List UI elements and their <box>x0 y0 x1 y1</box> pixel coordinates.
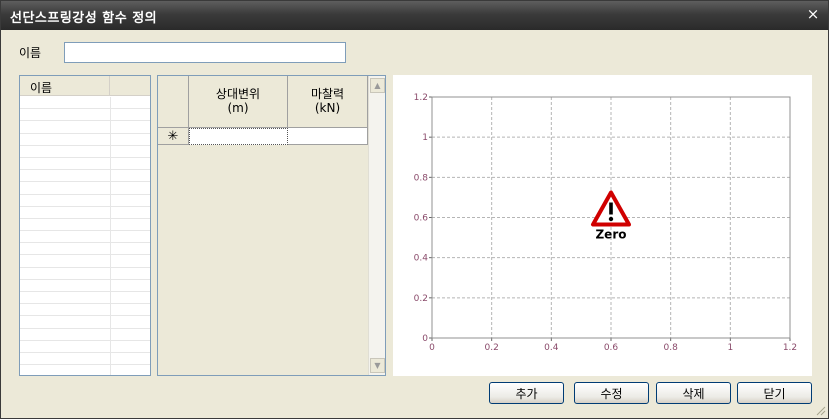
list-item[interactable] <box>20 145 150 158</box>
x-tick-label: 0.6 <box>604 343 619 353</box>
new-row-marker: ✳ <box>158 128 189 145</box>
list-item[interactable] <box>20 279 150 292</box>
chart-svg: 0 0.2 0.4 0.6 0.8 1 1.2 0 0.2 0.4 0.6 0.8 1 1.2 Zero <box>414 93 797 353</box>
y-tick-label: 0.6 <box>414 214 429 224</box>
column-header-displacement-label: 상대변위 <box>215 87 261 101</box>
y-tick-label: 0.4 <box>414 254 429 264</box>
list-item[interactable] <box>20 243 150 256</box>
delete-button[interactable]: 삭제 <box>656 382 731 404</box>
list-item[interactable] <box>20 304 150 317</box>
y-tick-label: 0.2 <box>414 294 428 304</box>
list-item[interactable] <box>20 97 150 110</box>
x-tick-label: 0.2 <box>485 343 499 353</box>
list-item[interactable] <box>20 218 150 232</box>
warning-icon-bar <box>609 202 613 215</box>
dialog-window: 선단스프링강성 함수 정의 × 이름 이름 상대변위 (m) 마찰력 (kN) … <box>0 0 829 419</box>
x-tick-label: 0 <box>429 343 435 353</box>
column-header-friction-unit: (kN) <box>314 101 341 115</box>
list-item[interactable] <box>20 267 150 280</box>
list-item[interactable] <box>20 352 150 366</box>
edit-button[interactable]: 수정 <box>574 382 649 404</box>
list-header-name: 이름 <box>20 76 110 96</box>
y-tick-label: 1 <box>422 133 428 143</box>
list-rows <box>20 97 150 375</box>
list-item[interactable] <box>20 231 150 244</box>
window-title: 선단스프링강성 함수 정의 <box>10 11 158 26</box>
close-button[interactable]: 닫기 <box>737 382 812 404</box>
list-item[interactable] <box>20 365 150 375</box>
scroll-down-icon[interactable]: ▼ <box>370 358 385 373</box>
title-bar[interactable]: 선단스프링강성 함수 정의 × <box>1 1 828 30</box>
list-item[interactable] <box>20 206 150 219</box>
close-icon[interactable]: × <box>806 6 820 22</box>
list-item[interactable] <box>20 255 150 268</box>
resize-grip-icon[interactable] <box>814 404 826 416</box>
list-header[interactable]: 이름 <box>20 76 150 96</box>
list-item[interactable] <box>20 340 150 353</box>
list-item[interactable] <box>20 170 150 183</box>
column-header-friction[interactable]: 마찰력 (kN) <box>288 76 368 128</box>
list-item[interactable] <box>20 194 150 207</box>
function-name-list[interactable]: 이름 <box>19 75 151 376</box>
function-chart: 0 0.2 0.4 0.6 0.8 1 1.2 0 0.2 0.4 0.6 0.8 1 1.2 Zero <box>393 75 812 376</box>
y-tick-label: 0 <box>422 334 428 344</box>
x-tick-label: 0.8 <box>664 343 679 353</box>
x-tick-label: 1 <box>727 343 733 353</box>
column-header-displacement-unit: (m) <box>227 101 249 115</box>
y-tick-label: 0.8 <box>414 173 429 183</box>
list-item[interactable] <box>20 316 150 329</box>
list-item[interactable] <box>20 121 150 134</box>
column-header-displacement[interactable]: 상대변위 (m) <box>189 76 288 128</box>
table-corner-header <box>158 76 189 128</box>
list-item[interactable] <box>20 292 150 305</box>
table-scrollbar[interactable]: ▲ ▼ <box>368 76 385 375</box>
new-row-displacement-cell[interactable] <box>189 128 288 145</box>
list-item[interactable] <box>20 328 150 341</box>
name-input[interactable] <box>64 42 346 63</box>
name-label: 이름 <box>19 46 42 60</box>
list-item[interactable] <box>20 109 150 122</box>
list-item[interactable] <box>20 182 150 195</box>
new-row-friction-cell[interactable] <box>288 128 368 145</box>
x-tick-label: 0.4 <box>544 343 559 353</box>
warning-icon-dot <box>608 216 614 222</box>
warning-label: Zero <box>595 228 626 242</box>
add-button[interactable]: 추가 <box>489 382 564 404</box>
column-header-friction-label: 마찰력 <box>310 87 345 101</box>
scroll-up-icon[interactable]: ▲ <box>370 78 385 93</box>
x-tick-label: 1.2 <box>783 343 797 353</box>
y-tick-label: 1.2 <box>414 93 428 103</box>
function-table[interactable]: 상대변위 (m) 마찰력 (kN) ✳ ▲ ▼ <box>157 75 386 376</box>
list-item[interactable] <box>20 157 150 171</box>
list-item[interactable] <box>20 133 150 146</box>
